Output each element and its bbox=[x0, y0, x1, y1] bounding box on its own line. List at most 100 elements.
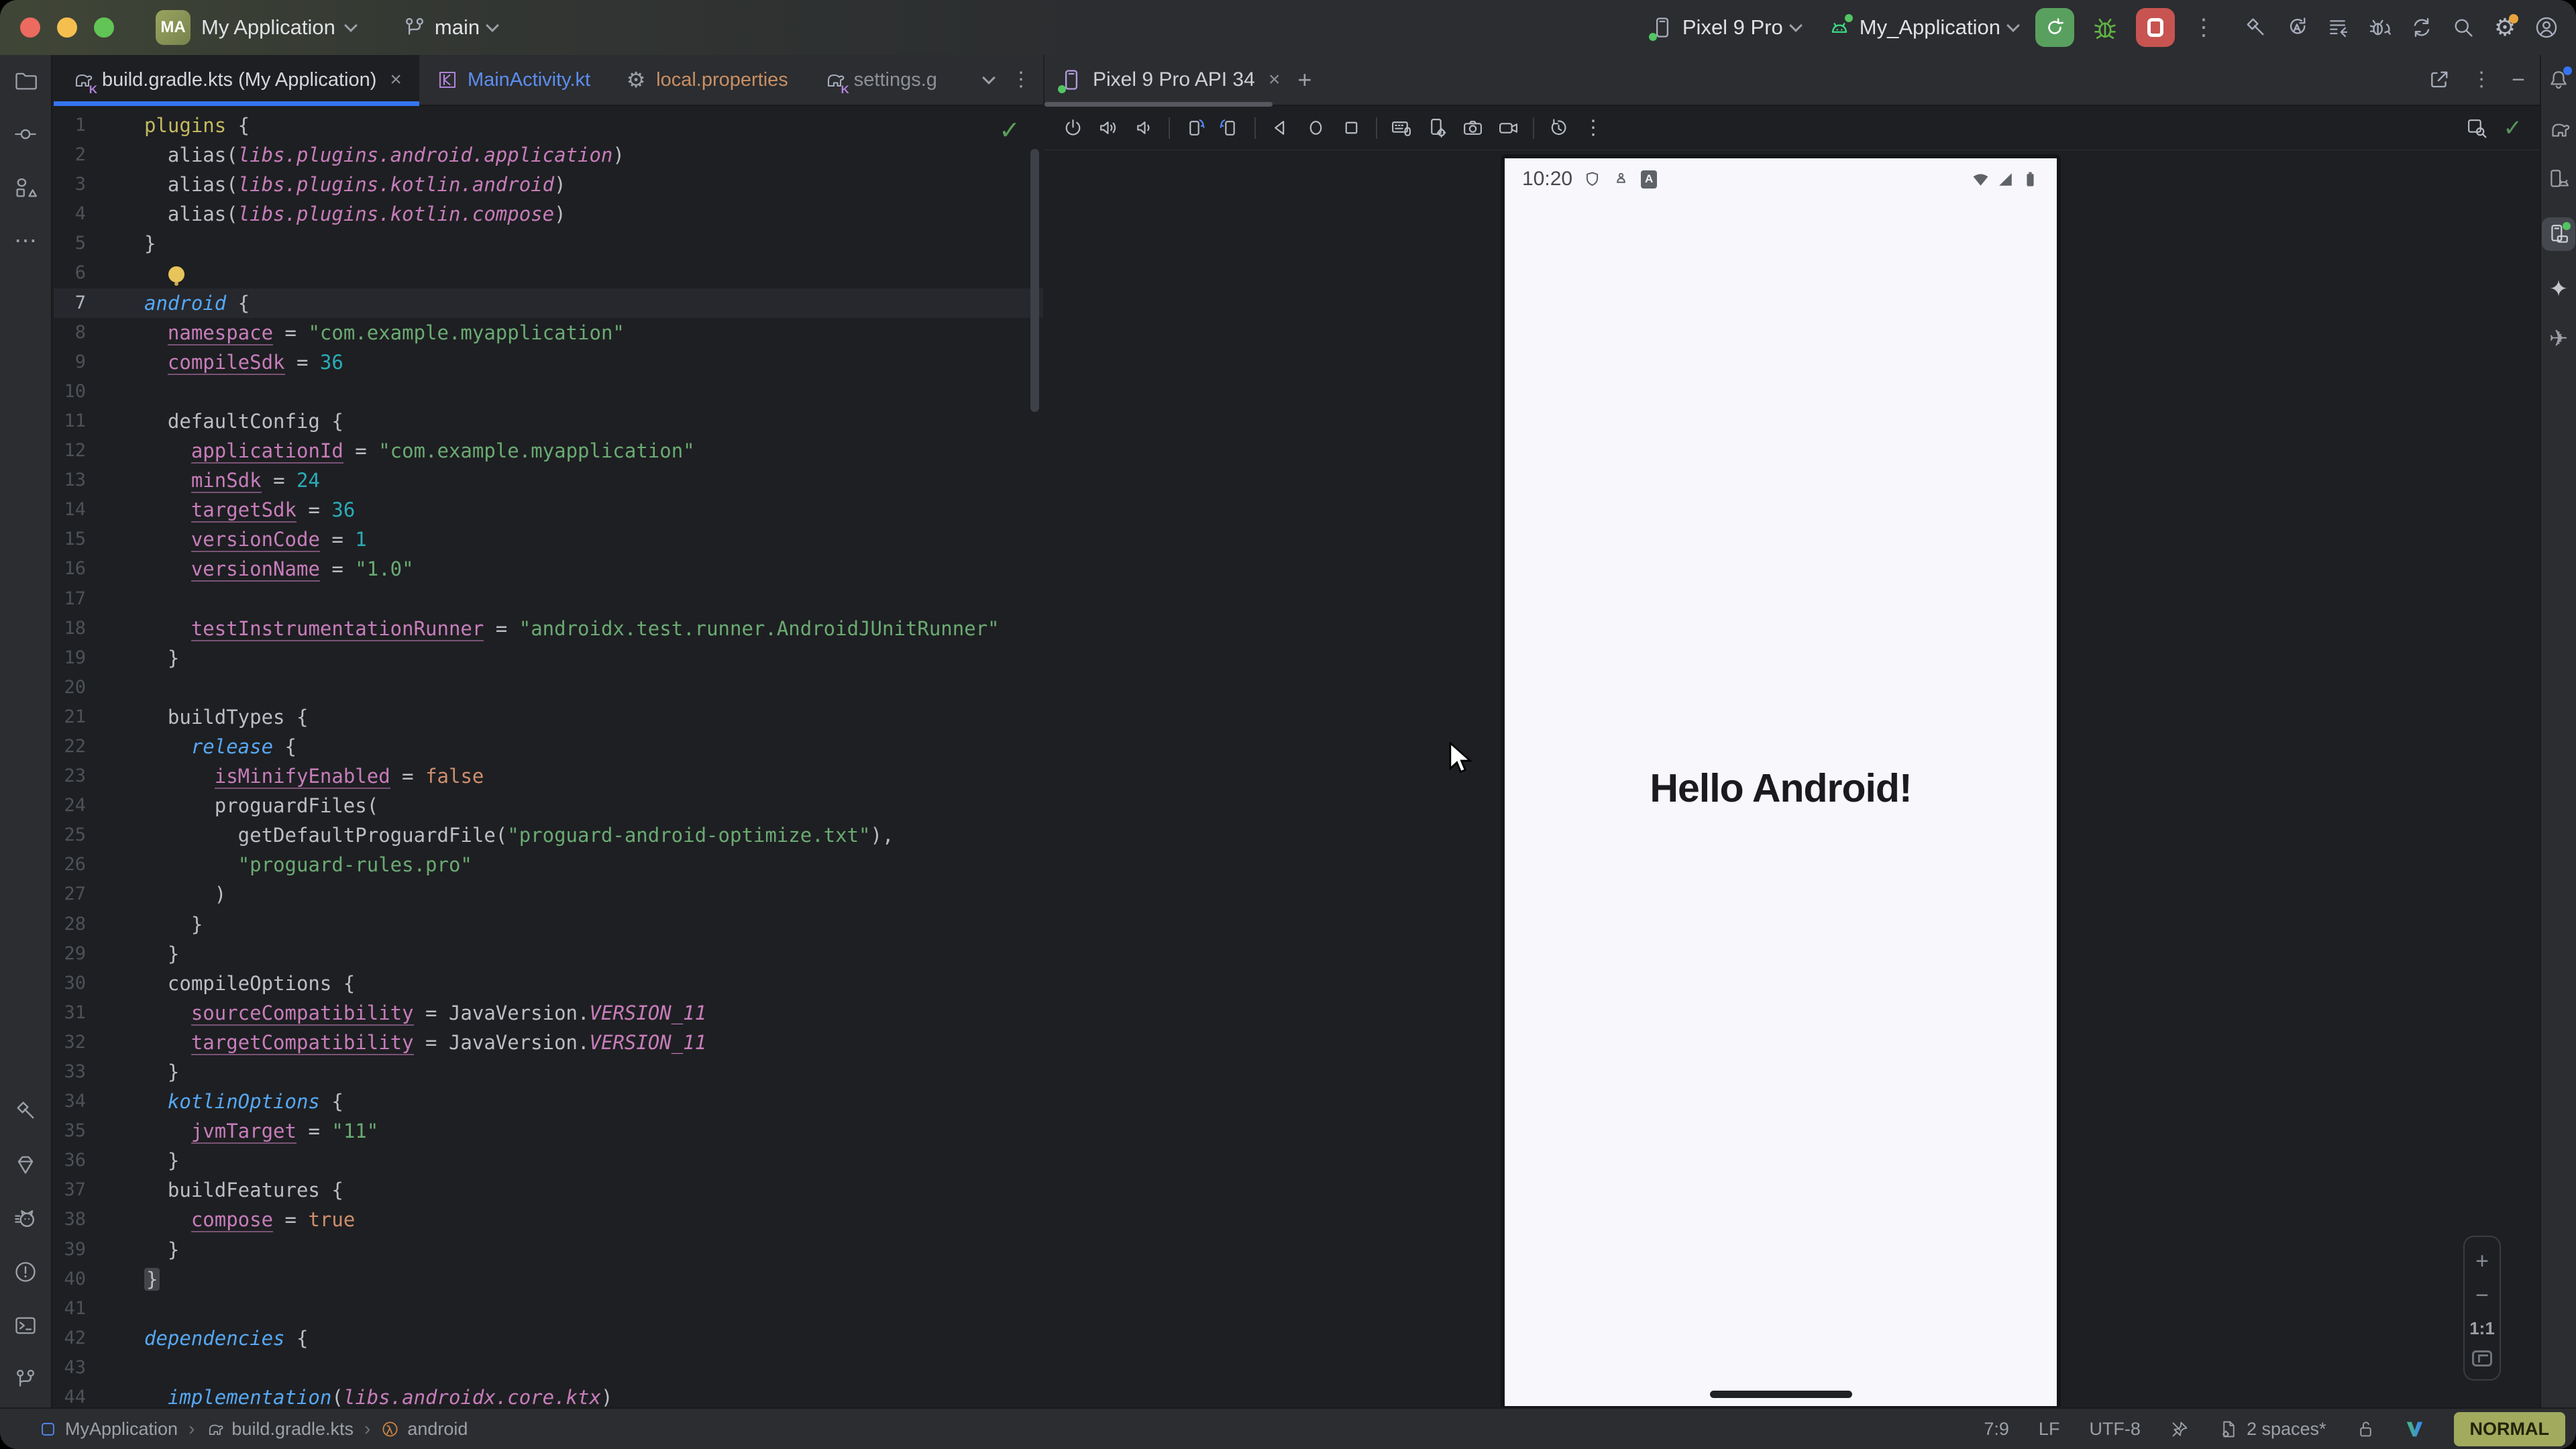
volume-down-icon[interactable] bbox=[1133, 117, 1155, 139]
code-line[interactable]: 16 versionName = "1.0" bbox=[54, 554, 1043, 584]
android-home-icon[interactable] bbox=[1305, 117, 1327, 139]
android-back-icon[interactable] bbox=[1269, 117, 1291, 139]
settings-gear-icon[interactable]: ⚙ bbox=[2493, 15, 2517, 40]
code-line[interactable]: 15 versionCode = 1 bbox=[54, 525, 1043, 554]
code-line[interactable]: 18 testInstrumentationRunner = "androidx… bbox=[54, 614, 1043, 643]
project-widget[interactable]: MA My Application bbox=[156, 10, 356, 45]
indent-setting[interactable]: 2 spaces* bbox=[2219, 1419, 2326, 1440]
code-line[interactable]: 19 } bbox=[54, 643, 1043, 673]
app-quality-insights-icon[interactable] bbox=[13, 1152, 38, 1177]
zoom-out-button[interactable]: − bbox=[2475, 1284, 2489, 1307]
profile-app-icon[interactable] bbox=[2368, 15, 2392, 40]
run-config-selector[interactable]: My_Application bbox=[1827, 15, 2018, 40]
device-selector[interactable]: Pixel 9 Pro bbox=[1650, 15, 1801, 40]
airplane-icon[interactable]: ✈ bbox=[2549, 327, 2569, 350]
account-profile-icon[interactable] bbox=[2534, 15, 2559, 40]
code-line[interactable]: 21 buildTypes { bbox=[54, 702, 1043, 732]
code-line[interactable]: 36 } bbox=[54, 1146, 1043, 1175]
code-line[interactable]: 41 bbox=[54, 1294, 1043, 1324]
code-line[interactable]: 34 kotlinOptions { bbox=[54, 1087, 1043, 1116]
vim-plugin-icon[interactable] bbox=[2405, 1419, 2424, 1439]
device-manager-icon[interactable] bbox=[2547, 168, 2570, 191]
code-editor[interactable]: 1plugins {2 alias(libs.plugins.android.a… bbox=[54, 106, 1043, 1407]
code-line[interactable]: 8 namespace = "com.example.myapplication… bbox=[54, 318, 1043, 347]
code-line[interactable]: 9 compileSdk = 36 bbox=[54, 347, 1043, 377]
logcat-tool-icon[interactable] bbox=[13, 1206, 38, 1230]
apply-changes-icon[interactable] bbox=[2285, 15, 2309, 40]
apply-code-changes-icon[interactable] bbox=[2326, 15, 2351, 40]
android-overview-icon[interactable] bbox=[1340, 117, 1362, 139]
maximize-window-button[interactable] bbox=[94, 17, 114, 38]
code-line[interactable]: 32 targetCompatibility = JavaVersion.VER… bbox=[54, 1028, 1043, 1057]
tab-overflow-chevron-icon[interactable] bbox=[982, 71, 996, 85]
running-devices-tool-icon[interactable] bbox=[2542, 217, 2575, 251]
commit-tool-icon[interactable] bbox=[13, 122, 38, 146]
code-line[interactable]: 14 targetSdk = 36 bbox=[54, 495, 1043, 525]
device-tab[interactable]: Pixel 9 Pro API 34 × bbox=[1059, 68, 1280, 92]
gemini-sparkle-icon[interactable]: ✦ bbox=[2549, 278, 2569, 301]
power-button-icon[interactable] bbox=[1062, 117, 1084, 139]
resource-manager-icon[interactable] bbox=[13, 176, 38, 200]
tab-mainactivity[interactable]: MainActivity.kt bbox=[419, 55, 608, 105]
code-line[interactable]: 5} bbox=[54, 229, 1043, 258]
code-line[interactable]: 26 "proguard-rules.pro" bbox=[54, 850, 1043, 879]
tab-settings-gradle[interactable]: K settings.g bbox=[806, 55, 940, 105]
live-edit-icon[interactable] bbox=[2465, 117, 2487, 139]
code-line[interactable]: 30 compileOptions { bbox=[54, 969, 1043, 998]
code-line[interactable]: 38 compose = true bbox=[54, 1205, 1043, 1234]
version-control-tool-icon[interactable] bbox=[13, 1367, 38, 1391]
more-tools-icon[interactable]: ⋯ bbox=[14, 229, 37, 252]
search-icon[interactable] bbox=[2451, 15, 2475, 40]
code-line[interactable]: 33 } bbox=[54, 1057, 1043, 1087]
open-in-new-window-icon[interactable] bbox=[2427, 68, 2451, 92]
gradle-tool-icon[interactable] bbox=[2547, 118, 2570, 141]
code-line[interactable]: 17 bbox=[54, 584, 1043, 614]
stop-app-button[interactable] bbox=[2136, 8, 2175, 47]
code-line[interactable]: 29 } bbox=[54, 939, 1043, 969]
breadcrumb-block[interactable]: android bbox=[381, 1419, 468, 1440]
code-line[interactable]: 40} bbox=[54, 1265, 1043, 1294]
minimize-window-button[interactable] bbox=[57, 17, 77, 38]
close-icon[interactable]: × bbox=[1265, 68, 1281, 91]
debug-app-button[interactable] bbox=[2092, 14, 2118, 41]
rotate-right-icon[interactable] bbox=[1219, 117, 1241, 139]
device-settings-icon[interactable] bbox=[1426, 117, 1448, 139]
vim-mode-badge[interactable]: NORMAL bbox=[2454, 1412, 2565, 1446]
caret-position[interactable]: 7:9 bbox=[1984, 1419, 2009, 1440]
intention-bulb-icon[interactable] bbox=[168, 266, 184, 282]
emulator-device[interactable]: 10:20 A Hello Android! bbox=[1501, 154, 2061, 1410]
hide-panel-icon[interactable]: − bbox=[2512, 68, 2525, 91]
sync-project-icon[interactable] bbox=[2410, 15, 2434, 40]
build-hammer-icon[interactable] bbox=[2243, 15, 2267, 40]
code-line[interactable]: 42dependencies { bbox=[54, 1324, 1043, 1353]
terminal-tool-icon[interactable] bbox=[13, 1313, 38, 1338]
code-line[interactable]: 39 } bbox=[54, 1235, 1043, 1265]
lock-open-icon[interactable] bbox=[2356, 1419, 2375, 1439]
problems-tool-icon[interactable] bbox=[13, 1260, 38, 1284]
code-line[interactable]: 10 bbox=[54, 377, 1043, 407]
code-line[interactable]: 31 sourceCompatibility = JavaVersion.VER… bbox=[54, 998, 1043, 1028]
code-line[interactable]: 22 release { bbox=[54, 732, 1043, 761]
code-line[interactable]: 25 getDefaultProguardFile("proguard-andr… bbox=[54, 820, 1043, 850]
rotate-left-icon[interactable] bbox=[1183, 117, 1205, 139]
code-line[interactable]: 4 alias(libs.plugins.kotlin.compose) bbox=[54, 199, 1043, 229]
zoom-in-button[interactable]: + bbox=[2475, 1250, 2489, 1273]
zoom-fit-button[interactable] bbox=[2472, 1350, 2492, 1366]
close-window-button[interactable] bbox=[20, 17, 40, 38]
pin-disabled-icon[interactable] bbox=[2170, 1419, 2190, 1439]
code-line[interactable]: 12 applicationId = "com.example.myapplic… bbox=[54, 436, 1043, 466]
volume-up-icon[interactable] bbox=[1097, 117, 1120, 139]
emulator-more-kebab-icon[interactable]: ⋮ bbox=[1583, 118, 1603, 138]
navigation-handle[interactable] bbox=[1710, 1391, 1852, 1398]
breadcrumb-module[interactable]: MyApplication bbox=[39, 1419, 178, 1440]
editor-scrollbar[interactable] bbox=[1030, 149, 1039, 412]
code-line[interactable]: 11 defaultConfig { bbox=[54, 407, 1043, 436]
code-line[interactable]: 24 proguardFiles( bbox=[54, 791, 1043, 820]
code-line[interactable]: 2 alias(libs.plugins.android.application… bbox=[54, 140, 1043, 170]
code-line[interactable]: 23 isMinifyEnabled = false bbox=[54, 761, 1043, 791]
zoom-actual-size-button[interactable]: 1:1 bbox=[2469, 1318, 2495, 1339]
project-tool-icon[interactable] bbox=[13, 68, 38, 93]
code-line[interactable]: 28 } bbox=[54, 910, 1043, 939]
line-separator[interactable]: LF bbox=[2039, 1419, 2060, 1440]
inspections-check-icon[interactable]: ✓ bbox=[999, 115, 1020, 146]
